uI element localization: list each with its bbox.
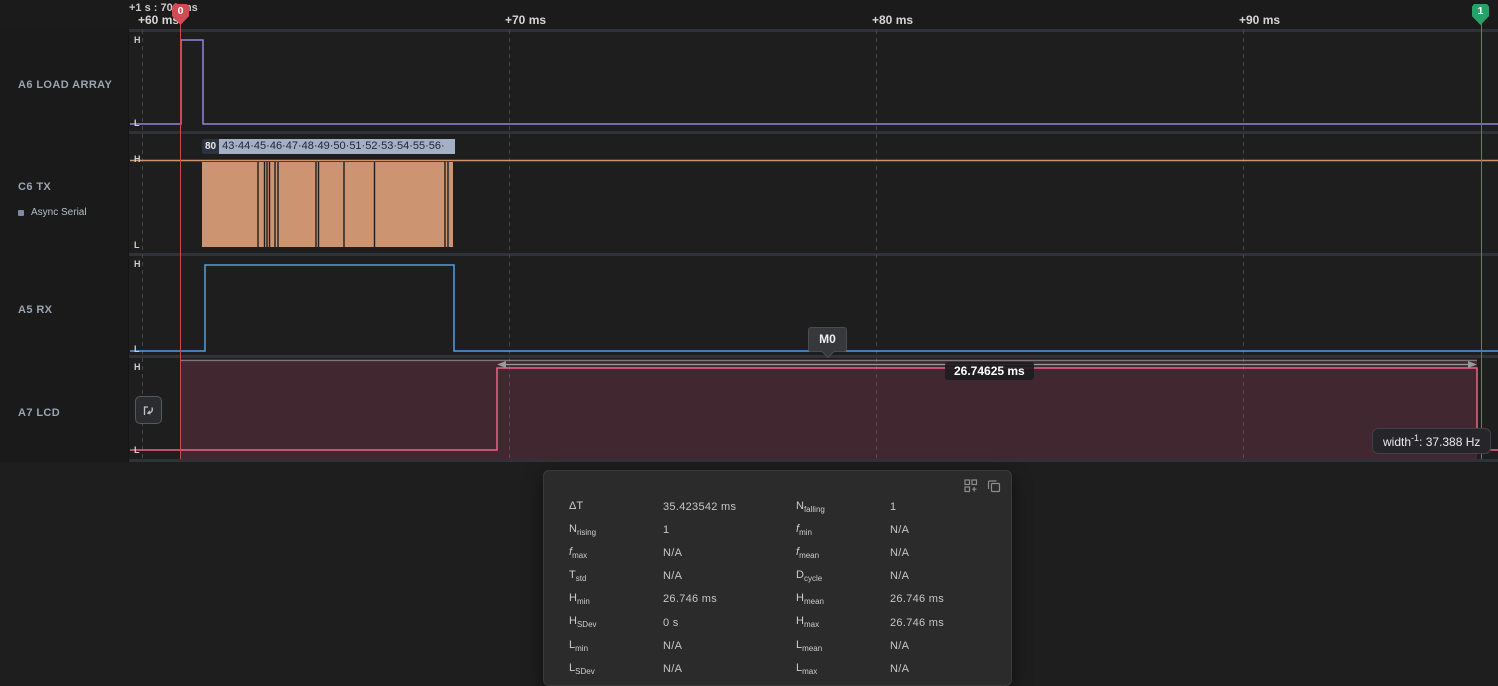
trace-a6-load-array [130, 40, 1498, 124]
measurement-row: DcycleN/A [796, 565, 1006, 588]
level-low-a5: L [134, 344, 140, 354]
measurement-row: Hmin26.746 ms [569, 588, 789, 611]
level-low-c6: L [134, 240, 140, 250]
measurement-row: TstdN/A [569, 565, 789, 588]
measurement-row: LmaxN/A [796, 657, 1006, 680]
measurement-column-left: ΔT35.423542 ms Nrising1 fmaxN/A TstdN/A … [569, 495, 789, 681]
trigger-indicator-button[interactable] [135, 396, 162, 424]
measurement-row: LSDevN/A [569, 657, 789, 680]
measurement-row: LmeanN/A [796, 634, 1006, 657]
measurement-details-panel: ΔT35.423542 ms Nrising1 fmaxN/A TstdN/A … [543, 470, 1012, 686]
serial-frame-badge: 80 [202, 139, 219, 154]
level-low-a7: L [134, 445, 140, 455]
measurement-column-right: Nfalling1 fminN/A fmeanN/A DcycleN/A Hme… [796, 495, 1006, 681]
level-high-a6: H [134, 35, 141, 45]
serial-frame-values: 43·44·45·46·47·48·49·50·51·52·53·54·55·5… [219, 139, 455, 154]
freq-tooltip-sup: -1 [1411, 433, 1419, 443]
level-low-a6: L [134, 118, 140, 128]
freq-tooltip-prefix: width [1383, 435, 1411, 449]
width-frequency-tooltip: width-1: 37.388 Hz [1372, 428, 1491, 454]
freq-tooltip-suffix: : 37.388 Hz [1419, 435, 1480, 449]
measurement-row: Hmean26.746 ms [796, 588, 1006, 611]
measurement-row: fmaxN/A [569, 541, 789, 564]
measurement-row: Hmax26.746 ms [796, 611, 1006, 634]
pulse-trigger-icon [140, 402, 157, 419]
measurement-region-highlight [181, 359, 1478, 459]
pulse-width-label: 26.74625 ms [945, 362, 1034, 380]
measurement-row: HSDev0 s [569, 611, 789, 634]
level-high-a7: H [134, 362, 141, 372]
measurement-row: fmeanN/A [796, 541, 1006, 564]
grid-plus-icon[interactable] [964, 479, 978, 493]
measurement-row: Nfalling1 [796, 495, 1006, 518]
serial-annotation-strip[interactable]: 80 43·44·45·46·47·48·49·50·51·52·53·54·5… [202, 139, 455, 154]
copy-icon[interactable] [987, 479, 1001, 493]
measurement-row: fminN/A [796, 518, 1006, 541]
serial-burst-block [202, 162, 453, 247]
measurement-row: Nrising1 [569, 518, 789, 541]
measurement-row: LminN/A [569, 634, 789, 657]
level-high-a5: H [134, 259, 141, 269]
measurement-row: ΔT35.423542 ms [569, 495, 789, 518]
level-high-c6: H [134, 154, 141, 164]
measurement-marker-m0[interactable]: M0 [808, 327, 847, 352]
